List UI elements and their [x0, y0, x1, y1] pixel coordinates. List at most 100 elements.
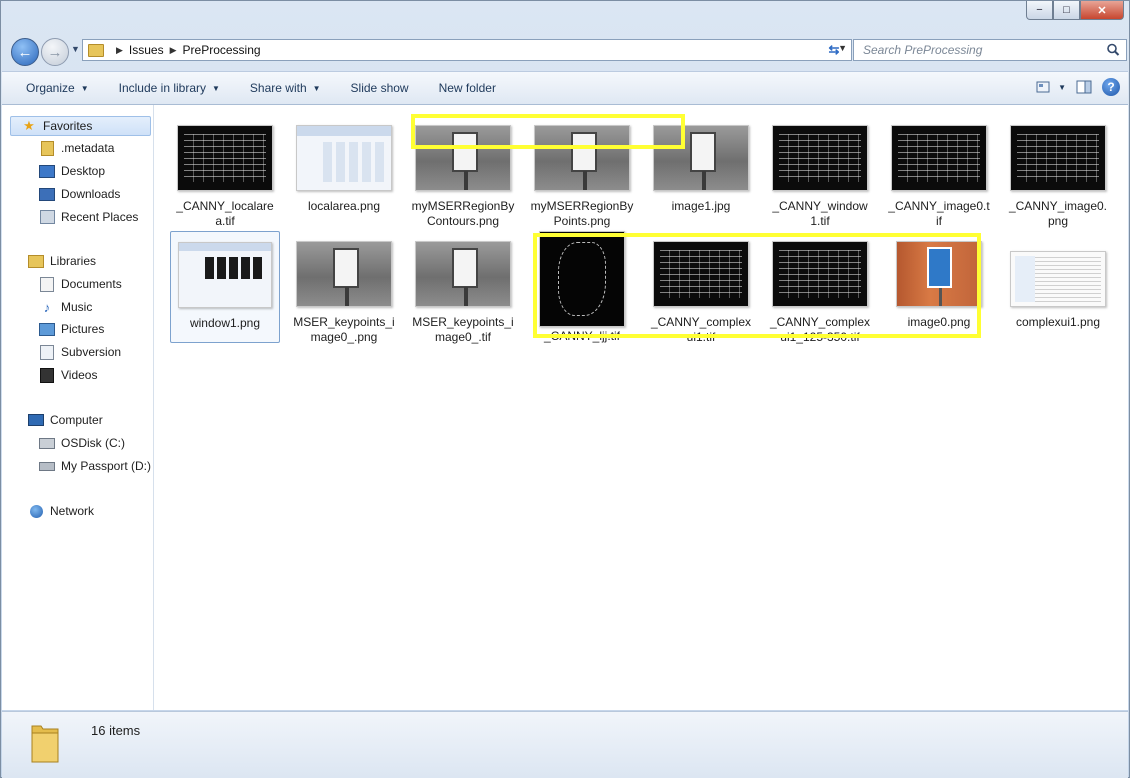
- nav-downloads[interactable]: Downloads: [39, 184, 120, 204]
- file-item[interactable]: _CANNY_window1.tif: [765, 115, 875, 228]
- file-item[interactable]: MSER_keypoints_image0_.tif: [408, 231, 518, 344]
- refresh-button[interactable]: ⇆: [823, 40, 845, 60]
- nav-network[interactable]: Network: [28, 501, 94, 521]
- nav-recent-places[interactable]: Recent Places: [39, 207, 138, 227]
- folder-icon: [88, 43, 104, 57]
- dropdown-arrow-icon: ▼: [212, 83, 220, 93]
- file-thumbnail: [534, 125, 630, 191]
- organize-button[interactable]: Organize ▼: [2, 72, 104, 104]
- slide-show-button[interactable]: Slide show: [336, 72, 424, 104]
- nav-desktop[interactable]: Desktop: [39, 161, 105, 181]
- breadcrumb-separator-icon[interactable]: ▶: [170, 45, 177, 56]
- nav-pictures-label: Pictures: [61, 322, 105, 336]
- recent-pages-dropdown-icon[interactable]: ▼: [71, 44, 80, 54]
- nav-pictures[interactable]: Pictures: [39, 319, 104, 339]
- file-name: _CANNY_complexui1.tif: [650, 315, 752, 344]
- maximize-button[interactable]: □: [1053, 1, 1080, 20]
- nav-music[interactable]: ♪ Music: [39, 297, 93, 317]
- file-thumbnail: [415, 241, 511, 307]
- nav-my-passport[interactable]: My Passport (D:): [39, 456, 151, 476]
- view-dropdown-icon[interactable]: ▼: [1058, 83, 1066, 92]
- file-item[interactable]: myMSERRegionByPoints.png: [527, 115, 637, 228]
- network-icon: [28, 504, 44, 518]
- recent-places-icon: [39, 210, 55, 224]
- nav-documents[interactable]: Documents: [39, 274, 122, 294]
- file-item[interactable]: _CANNY_ljj.tif: [527, 231, 637, 343]
- file-item[interactable]: MSER_keypoints_image0_.png: [289, 231, 399, 344]
- file-name: myMSERRegionByContours.png: [411, 199, 515, 228]
- organize-label: Organize: [26, 81, 75, 95]
- file-item[interactable]: localarea.png: [289, 115, 399, 227]
- item-count: 16 items: [91, 723, 141, 738]
- music-icon: ♪: [43, 299, 51, 315]
- file-thumbnail: [891, 125, 987, 191]
- caption-buttons: − □ ✕: [1026, 1, 1124, 20]
- nav-libraries-label: Libraries: [50, 254, 97, 268]
- file-name: _CANNY_ljj.tif: [543, 329, 621, 343]
- nav-osdisk-label: OSDisk (C:): [61, 436, 125, 450]
- dropdown-arrow-icon: ▼: [80, 83, 89, 93]
- nav-videos-label: Videos: [61, 368, 98, 382]
- folder-icon: [31, 725, 59, 763]
- minimize-button[interactable]: −: [1026, 1, 1053, 20]
- nav-subversion[interactable]: Subversion: [39, 342, 121, 362]
- address-bar[interactable]: ▶ Issues ▶ PreProcessing ▼: [82, 39, 852, 61]
- pictures-icon: [39, 322, 55, 336]
- nav-computer[interactable]: Computer: [28, 410, 103, 430]
- include-in-library-label: Include in library: [118, 81, 206, 95]
- nav-favorites[interactable]: ★ Favorites: [10, 116, 151, 136]
- file-item[interactable]: myMSERRegionByContours.png: [408, 115, 518, 228]
- search-icon[interactable]: [1106, 43, 1120, 57]
- file-item[interactable]: image0.png: [884, 231, 994, 343]
- drive-icon: [39, 459, 55, 473]
- file-item[interactable]: _CANNY_complexui1.tif: [646, 231, 756, 344]
- breadcrumb-issues[interactable]: Issues: [129, 43, 164, 57]
- include-in-library-button[interactable]: Include in library ▼: [104, 72, 235, 104]
- file-name: complexui1.png: [1015, 315, 1101, 329]
- change-view-button[interactable]: ▼: [1036, 80, 1066, 94]
- file-item[interactable]: _CANNY_image0.tif: [884, 115, 994, 228]
- nav-favorites-label: Favorites: [43, 119, 93, 133]
- back-button[interactable]: ←: [11, 38, 39, 66]
- share-with-button[interactable]: Share with ▼: [235, 72, 336, 104]
- file-name: localarea.png: [307, 199, 381, 213]
- file-thumbnail: [653, 241, 749, 307]
- help-icon[interactable]: ?: [1102, 78, 1120, 96]
- file-list: _CANNY_localarea.tif localarea.png myMSERR…: [154, 105, 1128, 710]
- nav-metadata[interactable]: .metadata: [39, 138, 114, 158]
- file-item[interactable]: _CANNY_image0.png: [1003, 115, 1113, 228]
- file-thumbnail: [296, 241, 392, 307]
- breadcrumb-separator-icon[interactable]: ▶: [116, 45, 123, 56]
- navigation-pane: ★ Favorites .metadata Desktop Downloads R…: [2, 105, 154, 710]
- nav-videos[interactable]: Videos: [39, 365, 97, 385]
- documents-icon: [39, 276, 55, 292]
- nav-libraries[interactable]: Libraries: [28, 251, 96, 271]
- share-with-label: Share with: [249, 81, 307, 95]
- address-row: ← → ▼ ▶ Issues ▶ PreProcessing ▼ ⇆: [9, 35, 1127, 67]
- file-item[interactable]: image1.jpg: [646, 115, 756, 227]
- search-box[interactable]: [853, 39, 1127, 61]
- nav-osdisk[interactable]: OSDisk (C:): [39, 433, 125, 453]
- close-button[interactable]: ✕: [1080, 1, 1124, 20]
- nav-computer-label: Computer: [50, 413, 103, 427]
- file-thumbnail: [1010, 251, 1106, 307]
- computer-icon: [28, 413, 44, 427]
- file-name: _CANNY_complexui1_125-350.tif: [769, 315, 871, 344]
- new-folder-button[interactable]: New folder: [424, 72, 511, 104]
- file-thumbnail: [1010, 125, 1106, 191]
- file-item[interactable]: _CANNY_localarea.tif: [170, 115, 280, 228]
- file-name: _CANNY_localarea.tif: [176, 199, 274, 228]
- forward-arrow-icon: →: [47, 43, 63, 61]
- file-name: myMSERRegionByPoints.png: [530, 199, 634, 228]
- file-thumbnail: [772, 241, 868, 307]
- file-item[interactable]: complexui1.png: [1003, 231, 1113, 343]
- breadcrumb-preprocessing[interactable]: PreProcessing: [183, 43, 261, 57]
- refresh-icon: ⇆: [828, 42, 840, 57]
- file-item[interactable]: window1.png: [170, 231, 280, 343]
- preview-pane-icon: [1076, 80, 1092, 94]
- search-input[interactable]: [861, 42, 1095, 58]
- file-thumbnail: [896, 241, 982, 307]
- file-item[interactable]: _CANNY_complexui1_125-350.tif: [765, 231, 875, 344]
- preview-pane-button[interactable]: [1076, 80, 1092, 94]
- forward-button[interactable]: →: [41, 38, 69, 66]
